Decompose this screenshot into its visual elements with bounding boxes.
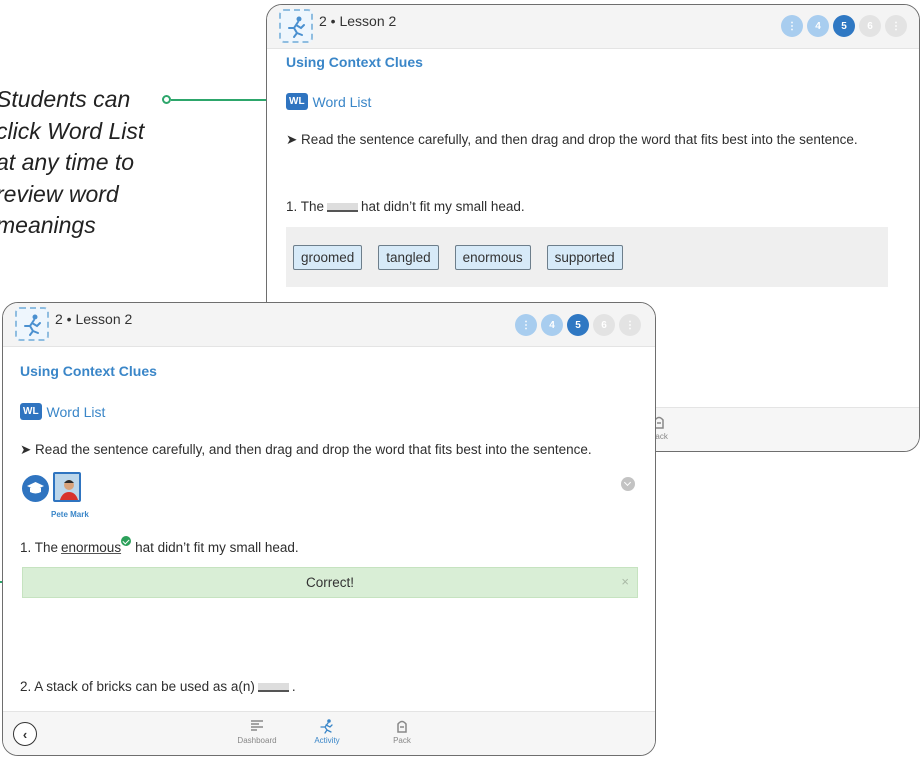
answer-blank[interactable] (257, 683, 289, 692)
instruction-text: ➤ Read the sentence carefully, and then … (20, 442, 592, 457)
step-6[interactable]: 6 (859, 15, 881, 37)
question-2-suffix: . (291, 679, 296, 694)
word-list-badge: WL (20, 403, 42, 420)
runner-icon (320, 719, 333, 734)
callout-line-3: at any time to (0, 149, 135, 175)
question-1-suffix: hat didn’t fit my small head. (361, 199, 525, 214)
placed-answer[interactable]: enormous (61, 540, 121, 555)
answer-blank[interactable] (327, 203, 359, 212)
nav-activity[interactable]: Activity (297, 718, 357, 745)
pack-icon (397, 720, 407, 733)
nav-pack[interactable]: Pack (372, 718, 432, 745)
correct-feedback-banner: Correct! × (22, 567, 638, 598)
section-title: Using Context Clues (20, 363, 157, 379)
question-1-suffix: hat didn’t fit my small head. (135, 540, 299, 555)
graduation-cap-icon (27, 482, 44, 494)
step-more-icon-end[interactable]: ⋮ (885, 15, 907, 37)
word-list-label: Word List (312, 93, 372, 110)
check-icon (121, 536, 132, 546)
question-1: 1. The enormous hat didn’t fit my small he… (20, 536, 299, 555)
chevron-down-icon[interactable] (621, 477, 635, 491)
callout-line-2: click Word List (0, 117, 145, 144)
question-2: 2. A stack of bricks can be used as a(n)… (20, 679, 296, 694)
step-5[interactable]: 5 (833, 15, 855, 37)
lesson-title: 2 • Lesson 2 (55, 311, 133, 327)
nav-pack-label: Pack (393, 736, 411, 745)
step-4[interactable]: 4 (807, 15, 829, 37)
step-5[interactable]: 5 (567, 314, 589, 336)
callout-line-4: review word (0, 180, 119, 207)
nav-activity-label: Activity (314, 736, 340, 745)
callout-pointer-dot (162, 95, 171, 104)
student-name: Pete Mark (51, 510, 89, 519)
runner-lesson-icon (15, 307, 49, 341)
feedback-text: Correct! (305, 575, 354, 590)
lesson-header: 2 • Lesson 2 ⋮ 4 5 6 ⋮ (3, 303, 655, 347)
word-bank: groomed tangled enormous supported (286, 227, 888, 287)
bottom-nav: ‹ Dashboard Activity Pack (3, 711, 655, 755)
step-more-icon-end[interactable]: ⋮ (619, 314, 641, 336)
callout-pointer-line (171, 99, 268, 101)
step-indicator: ⋮ 4 5 6 ⋮ (515, 314, 641, 336)
close-icon[interactable]: × (621, 574, 629, 589)
question-1: 1. The hat didn’t fit my small head. (286, 199, 525, 214)
word-list-badge: WL (286, 93, 308, 110)
word-list-label: Word List (46, 403, 106, 420)
word-chip-enormous[interactable]: enormous (454, 244, 531, 270)
teacher-avatar[interactable] (22, 475, 49, 502)
runner-lesson-icon (279, 9, 313, 43)
question-2-prefix: 2. A stack of bricks can be used as a(n) (20, 679, 255, 694)
word-list-link[interactable]: WL Word List (20, 403, 105, 420)
callout-text: Students can click Word List at any time… (0, 84, 171, 242)
dashboard-icon (251, 720, 263, 731)
word-chip-tangled[interactable]: tangled (378, 244, 439, 270)
lesson-header: 2 • Lesson 2 ⋮ 4 5 6 ⋮ (267, 5, 919, 49)
section-title: Using Context Clues (286, 54, 423, 70)
back-button[interactable]: ‹ (13, 722, 37, 746)
question-1-prefix: 1. The (20, 540, 59, 555)
step-6[interactable]: 6 (593, 314, 615, 336)
step-4[interactable]: 4 (541, 314, 563, 336)
step-more-icon[interactable]: ⋮ (781, 15, 803, 37)
front-tablet-screen: 2 • Lesson 2 ⋮ 4 5 6 ⋮ Using Context Clu… (2, 302, 656, 756)
callout-line-1: Students can (0, 86, 131, 112)
student-avatar[interactable] (53, 472, 81, 502)
instruction-text: ➤ Read the sentence carefully, and then … (286, 132, 858, 147)
step-more-icon[interactable]: ⋮ (515, 314, 537, 336)
word-chip-supported[interactable]: supported (546, 244, 623, 270)
word-chip-groomed[interactable]: groomed (293, 244, 363, 270)
callout-line-5: meanings (0, 212, 96, 238)
lesson-title: 2 • Lesson 2 (319, 13, 397, 29)
step-indicator: ⋮ 4 5 6 ⋮ (781, 15, 907, 37)
nav-dashboard-label: Dashboard (237, 736, 277, 745)
word-list-link[interactable]: WL Word List (286, 93, 371, 110)
question-1-prefix: 1. The (286, 199, 325, 214)
nav-dashboard[interactable]: Dashboard (227, 718, 287, 745)
